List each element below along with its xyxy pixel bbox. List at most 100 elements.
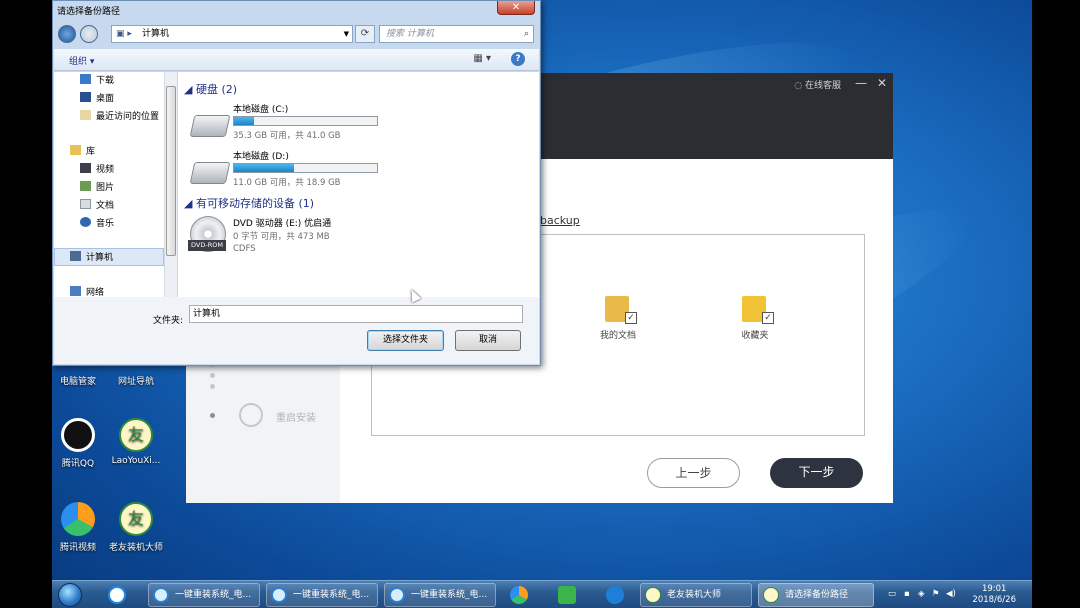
help-icon[interactable]: ? xyxy=(511,52,525,66)
nav-item-videos[interactable]: 视频 xyxy=(80,163,114,177)
nav-label: 库 xyxy=(86,147,96,157)
desktop-icon-laoyou-master[interactable]: 友 老友装机大师 xyxy=(106,502,166,553)
nav-item-recent[interactable]: 最近访问的位置 xyxy=(80,110,159,124)
nav-item-downloads[interactable]: 下载 xyxy=(80,74,114,88)
tencent-video-icon xyxy=(61,502,95,536)
task-label: 老友装机大师 xyxy=(667,590,722,600)
ie-icon xyxy=(153,587,169,603)
nav-label: 文档 xyxy=(96,201,115,211)
volume-icon[interactable]: ◀) xyxy=(946,589,956,599)
cancel-button[interactable]: 取消 xyxy=(455,330,521,351)
drive-d-info: 11.0 GB 可用，共 18.9 GB xyxy=(233,178,341,188)
online-service-link[interactable]: ◌ 在线客服 xyxy=(794,78,841,91)
drive-usage-fill xyxy=(234,164,295,172)
clock-time: 19:01 xyxy=(981,584,1007,594)
taskbar-pinned-tencent-video[interactable] xyxy=(504,583,534,607)
refresh-icon[interactable]: ⟳ xyxy=(355,25,375,43)
desktop-icon-label: 腾讯QQ xyxy=(61,459,95,469)
desktop-icon-nav[interactable]: 网址导航 xyxy=(106,374,166,387)
step-dot xyxy=(210,373,215,378)
taskbar-task-dialog-active[interactable]: 请选择备份路径 xyxy=(758,583,874,607)
desktop-icon-qq[interactable]: 腾讯QQ xyxy=(48,418,108,469)
nav-item-pictures[interactable]: 图片 xyxy=(80,181,114,195)
nav-scrollbar[interactable] xyxy=(164,72,177,297)
address-bar[interactable]: ▣ ▸ 计算机 ▼ xyxy=(111,25,353,43)
drive-c-usage-bar xyxy=(233,116,378,126)
nav-item-documents[interactable]: 文档 xyxy=(80,199,114,213)
kugou-icon xyxy=(606,586,624,604)
task-label: 一键重装系统_电... xyxy=(175,590,252,600)
folder-input[interactable]: 计算机 xyxy=(189,305,523,323)
group-label: 有可移动存储的设备 (1) xyxy=(195,197,315,210)
system-tray: ▭ ▪ ◈ ⚑ ◀) 19:01 2018/6/26 xyxy=(882,581,1032,608)
desktop-icon-label: 网址导航 xyxy=(117,377,154,387)
taskbar-pinned-browser[interactable] xyxy=(102,583,132,607)
desktop-icon-label: LaoYouXi... xyxy=(111,456,161,466)
minimize-button[interactable]: — xyxy=(855,76,867,90)
taskbar-task-1[interactable]: 一键重装系统_电... xyxy=(148,583,260,607)
clock-date: 2018/6/26 xyxy=(972,595,1016,605)
dialog-close-button[interactable]: ✕ xyxy=(497,1,535,15)
documents-icon xyxy=(80,199,91,209)
select-folder-button[interactable]: 选择文件夹 xyxy=(367,330,444,351)
flag-icon[interactable]: ⚑ xyxy=(932,589,940,599)
nav-label: 音乐 xyxy=(96,219,115,229)
back-arrow-icon[interactable] xyxy=(58,25,76,43)
desktop-icon-label: 电脑管家 xyxy=(59,377,96,387)
taskbar-task-laoyou[interactable]: 老友装机大师 xyxy=(640,583,752,607)
iqiyi-icon xyxy=(558,586,576,604)
checkbox-checked-icon[interactable]: ✓ xyxy=(625,312,637,324)
step-dot xyxy=(210,384,215,389)
nav-item-desktop[interactable]: 桌面 xyxy=(80,92,114,106)
address-dropdown-icon[interactable]: ▼ xyxy=(344,26,349,42)
close-button[interactable]: ✕ xyxy=(877,76,887,90)
folder-favorites[interactable]: ✓ 收藏夹 xyxy=(720,292,790,341)
drive-d-name[interactable]: 本地磁盘 (D:) xyxy=(233,149,289,162)
task-label: 一键重装系统_电... xyxy=(293,590,370,600)
drive-c-name[interactable]: 本地磁盘 (C:) xyxy=(233,102,288,115)
laoyou-logo-icon: 友 xyxy=(119,418,153,452)
organize-menu[interactable]: 组织 ▾ xyxy=(69,54,94,67)
drive-c-info: 35.3 GB 可用，共 41.0 GB xyxy=(233,131,341,141)
taskbar-task-2[interactable]: 一键重装系统_电... xyxy=(266,583,378,607)
tencent-video-icon xyxy=(510,586,528,604)
nav-item-computer[interactable]: 计算机 xyxy=(70,251,113,265)
nav-label: 下载 xyxy=(96,76,115,86)
forward-arrow-icon[interactable] xyxy=(80,25,98,43)
desktop-icon xyxy=(80,92,91,102)
taskbar-task-3[interactable]: 一键重装系统_电... xyxy=(384,583,496,607)
taskbar-pinned-kugou[interactable] xyxy=(600,583,630,607)
dvd-drive-name[interactable]: DVD 驱动器 (E:) 优启通 xyxy=(233,216,331,229)
online-service-label: 在线客服 xyxy=(804,81,841,91)
checkbox-checked-icon[interactable]: ✓ xyxy=(762,312,774,324)
nav-item-libraries[interactable]: 库 xyxy=(70,145,95,159)
folder-my-documents[interactable]: ✓ 我的文档 xyxy=(583,292,653,341)
navigation-pane: 下载 桌面 最近访问的位置 库 视频 图片 文档 音乐 计算机 网络 xyxy=(54,72,176,297)
keyboard-icon[interactable]: ▭ xyxy=(888,589,896,599)
network-tray-icon[interactable]: ◈ xyxy=(918,589,925,599)
nav-item-network[interactable]: 网络 xyxy=(70,286,104,297)
video-icon xyxy=(80,163,91,173)
nav-label: 网络 xyxy=(86,288,105,297)
search-icon: ⌕ xyxy=(523,29,529,39)
search-input[interactable]: 搜索 计算机 ⌕ xyxy=(379,25,534,43)
start-button[interactable] xyxy=(58,583,82,607)
desktop-icon-pc-manager[interactable]: 电脑管家 xyxy=(48,374,108,387)
tray-app-icon[interactable]: ▪ xyxy=(904,589,910,599)
desktop-icon-tencent-video[interactable]: 腾讯视频 xyxy=(48,502,108,553)
backup-path-link[interactable]: backup xyxy=(540,214,580,227)
clock[interactable]: 19:01 2018/6/26 xyxy=(972,584,1016,606)
prev-step-button[interactable]: 上一步 xyxy=(647,458,740,488)
nav-item-music[interactable]: 音乐 xyxy=(80,217,114,231)
next-step-button[interactable]: 下一步 xyxy=(770,458,863,488)
scrollbar-thumb[interactable] xyxy=(166,86,176,256)
desktop-icon-laoyou[interactable]: 友 LaoYouXi... xyxy=(106,418,166,466)
group-removable[interactable]: ◢ 有可移动存储的设备 (1) xyxy=(184,195,314,211)
nav-label: 视频 xyxy=(96,165,115,175)
taskbar-pinned-iqiyi[interactable] xyxy=(552,583,582,607)
view-options-icon[interactable]: ▦ ▾ xyxy=(473,53,491,64)
group-hard-disks[interactable]: ◢ 硬盘 (2) xyxy=(184,81,237,97)
browse-folder-dialog: 请选择备份路径 ✕ ▣ ▸ 计算机 ▼ ⟳ 搜索 计算机 ⌕ 组织 ▾ ▦ ▾ … xyxy=(52,0,541,366)
task-label: 请选择备份路径 xyxy=(785,590,849,600)
folder-label: 收藏夹 xyxy=(741,331,769,341)
